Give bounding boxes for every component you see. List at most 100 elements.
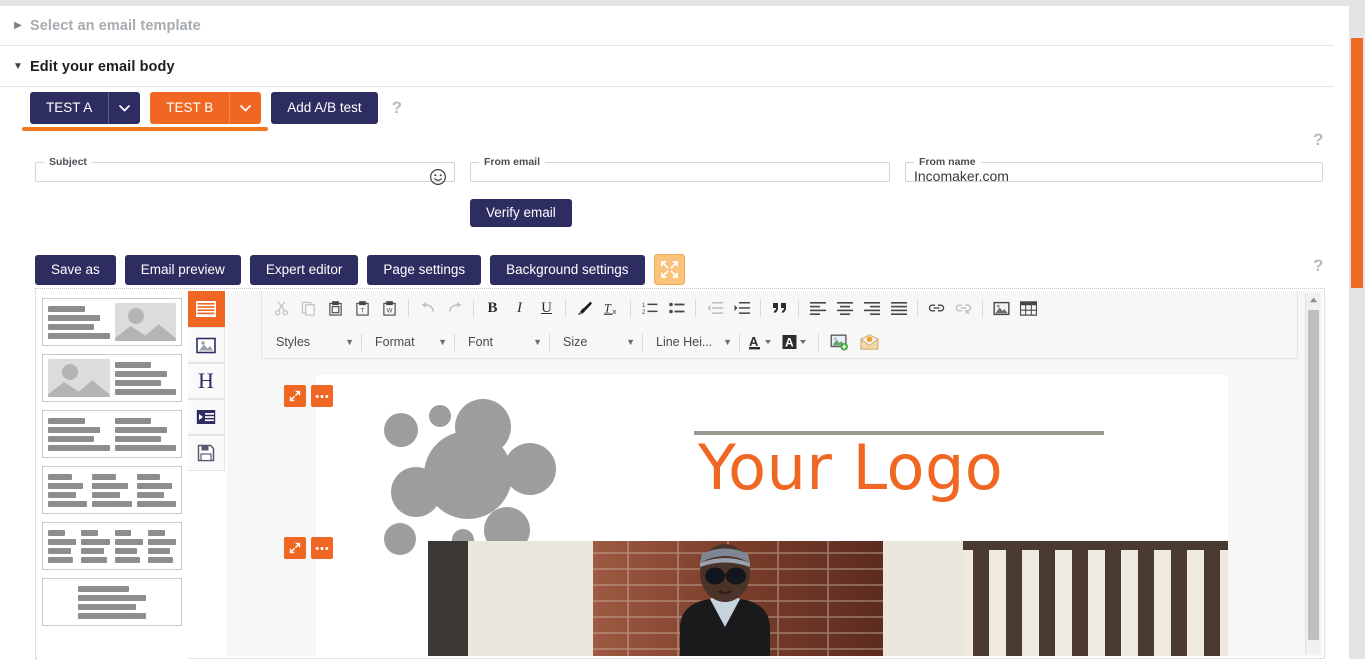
vtab-images[interactable]	[188, 327, 225, 363]
cut-icon[interactable]	[268, 295, 295, 321]
size-label: Size	[563, 335, 588, 349]
test-a-split-button[interactable]: TEST A	[30, 92, 141, 124]
page-vertical-scrollbar[interactable]	[1349, 6, 1365, 659]
verify-email-button[interactable]: Verify email	[470, 199, 572, 227]
layout-three-column[interactable]	[42, 466, 182, 514]
align-center-icon[interactable]	[831, 295, 858, 321]
editor-vertical-scrollbar[interactable]	[1305, 293, 1320, 654]
toolbar-separator	[798, 299, 799, 317]
italic-icon[interactable]: I	[506, 295, 533, 321]
scroll-up-arrow-icon[interactable]	[1306, 293, 1320, 307]
background-settings-button[interactable]: Background settings	[490, 254, 645, 285]
decrease-indent-icon[interactable]	[701, 295, 728, 321]
ab-help-icon[interactable]: ?	[392, 98, 402, 118]
expert-editor-button[interactable]: Expert editor	[249, 254, 359, 285]
paste-from-word-icon[interactable]: W	[376, 295, 403, 321]
line-height-dropdown[interactable]: Line Hei... ▼	[648, 329, 734, 355]
resize-arrows-icon	[289, 390, 301, 402]
from-email-input[interactable]	[477, 165, 883, 187]
paste-icon[interactable]	[322, 295, 349, 321]
text-color-icon[interactable]: A	[745, 329, 779, 355]
block-options-button[interactable]	[311, 537, 333, 559]
content-list-icon	[196, 410, 216, 424]
layout-thumbnail-column[interactable]	[37, 290, 188, 659]
styles-label: Styles	[276, 335, 311, 349]
editor-help-icon[interactable]: ?	[1313, 256, 1323, 276]
email-canvas[interactable]: Your Logo	[227, 375, 1322, 656]
unlink-icon[interactable]	[950, 295, 977, 321]
caret-right-icon[interactable]: ▶	[10, 20, 26, 31]
add-ab-test-button[interactable]: Add A/B test	[271, 92, 378, 124]
insert-table-icon[interactable]	[1015, 295, 1042, 321]
logo-graphic[interactable]: Your Logo	[376, 389, 1176, 555]
email-body-preview[interactable]: Your Logo	[284, 375, 1228, 656]
from-name-input[interactable]	[912, 165, 1316, 187]
align-justify-icon[interactable]	[885, 295, 912, 321]
page-settings-button[interactable]: Page settings	[367, 254, 482, 285]
align-right-icon[interactable]	[858, 295, 885, 321]
bulleted-list-icon[interactable]	[663, 295, 690, 321]
align-left-icon[interactable]	[804, 295, 831, 321]
line-height-label: Line Hei...	[656, 335, 713, 349]
undo-icon[interactable]	[414, 295, 441, 321]
layout-image-text[interactable]	[42, 354, 182, 402]
format-dropdown[interactable]: Format ▼	[367, 329, 449, 355]
blocks-icon	[196, 301, 216, 317]
test-a-button[interactable]: TEST A	[30, 92, 109, 124]
paste-as-text-icon[interactable]: T	[349, 295, 376, 321]
accordion-select-email-template[interactable]: ▶ Select an email template	[0, 6, 1347, 46]
svg-text:2: 2	[642, 310, 646, 315]
background-color-icon[interactable]: A	[779, 329, 813, 355]
fullscreen-expand-button[interactable]	[653, 254, 685, 285]
vtab-headings[interactable]: H	[188, 363, 225, 399]
subject-input[interactable]	[42, 165, 448, 187]
insert-image-icon[interactable]	[988, 295, 1015, 321]
accordion-template-label: Select an email template	[30, 17, 201, 34]
numbered-list-icon[interactable]: 12	[636, 295, 663, 321]
blockquote-icon[interactable]	[766, 295, 793, 321]
test-b-button[interactable]: TEST B	[150, 92, 230, 124]
editor-scroll-thumb[interactable]	[1308, 310, 1319, 640]
vtab-content[interactable]	[188, 399, 225, 435]
remove-format-brush-icon[interactable]	[571, 295, 598, 321]
redo-icon[interactable]	[441, 295, 468, 321]
move-block-handle[interactable]	[284, 385, 306, 407]
logo-text[interactable]: Your Logo	[698, 437, 1003, 499]
hero-photo[interactable]	[428, 541, 1228, 656]
test-b-dropdown-button[interactable]	[229, 92, 262, 124]
bold-icon[interactable]: B	[479, 295, 506, 321]
active-tab-underline	[22, 127, 268, 131]
underline-icon[interactable]: U	[533, 295, 560, 321]
size-dropdown[interactable]: Size ▼	[555, 329, 637, 355]
chevron-down-icon: ▼	[626, 337, 635, 347]
accordion-body-label: Edit your email body	[30, 58, 175, 75]
block-options-button[interactable]	[311, 385, 333, 407]
svg-text:x: x	[612, 307, 616, 316]
caret-down-icon[interactable]: ▼	[10, 61, 26, 72]
layout-single-centered[interactable]	[42, 578, 182, 626]
vtab-blocks[interactable]	[188, 291, 225, 327]
insert-picture-icon[interactable]	[824, 329, 854, 355]
link-icon[interactable]	[923, 295, 950, 321]
vtab-save[interactable]	[188, 435, 225, 471]
smiley-icon[interactable]	[429, 168, 447, 186]
layout-text-image[interactable]	[42, 298, 182, 346]
layout-two-column[interactable]	[42, 410, 182, 458]
form-help-icon[interactable]: ?	[1313, 130, 1323, 150]
move-block-handle[interactable]	[284, 537, 306, 559]
layout-four-column[interactable]	[42, 522, 182, 570]
save-as-button[interactable]: Save as	[35, 254, 116, 285]
test-a-dropdown-button[interactable]	[108, 92, 141, 124]
accordion-edit-email-body[interactable]: ▼ Edit your email body	[0, 47, 1347, 87]
email-preview-button[interactable]: Email preview	[124, 254, 241, 285]
page-scroll-thumb[interactable]	[1351, 38, 1363, 288]
increase-indent-icon[interactable]	[728, 295, 755, 321]
remove-format-icon[interactable]: Tx	[598, 295, 625, 321]
insert-placeholder-icon[interactable]	[854, 329, 884, 355]
styles-dropdown[interactable]: Styles ▼	[268, 329, 356, 355]
from-name-fieldset: From name	[905, 156, 1323, 187]
copy-icon[interactable]	[295, 295, 322, 321]
thumbnail-image-placeholder	[114, 303, 176, 341]
test-b-split-button[interactable]: TEST B	[150, 92, 262, 124]
font-dropdown[interactable]: Font ▼	[460, 329, 544, 355]
